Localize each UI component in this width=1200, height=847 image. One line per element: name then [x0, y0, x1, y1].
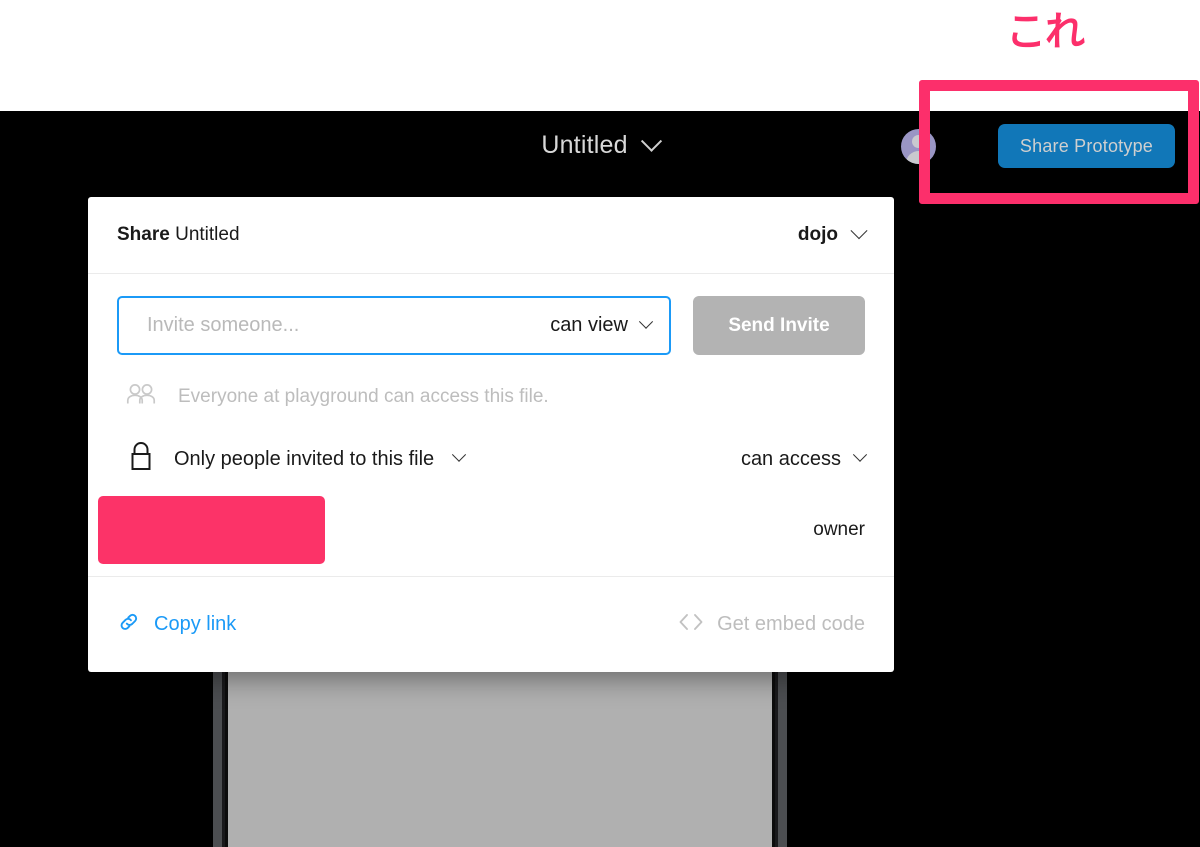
file-access-scope-label: Only people invited to this file: [174, 447, 435, 470]
share-dialog-body: can view Send Invite Everyone at playgro…: [88, 274, 894, 577]
get-embed-code-label: Get embed code: [717, 613, 865, 635]
top-toolbar: Untitled Share Prototype: [0, 111, 1200, 180]
share-dialog-title: Share Untitled: [117, 224, 240, 246]
redacted-owner-name: [98, 496, 325, 564]
chevron-down-icon: [452, 447, 467, 462]
file-access-row: Only people invited to this file can acc…: [117, 440, 868, 478]
people-icon: [126, 383, 156, 410]
file-access-permission-selector[interactable]: can access: [740, 447, 868, 471]
chevron-down-icon: [852, 447, 868, 462]
file-access-permission-label: can access: [740, 447, 841, 470]
send-invite-button[interactable]: Send Invite: [693, 296, 865, 355]
share-dialog-header: Share Untitled dojo: [88, 197, 894, 274]
invite-permission-selector[interactable]: can view: [540, 314, 654, 337]
owner-role-label: owner: [813, 519, 865, 540]
get-embed-code-button[interactable]: Get embed code: [677, 612, 865, 637]
owner-row: owner: [88, 484, 894, 577]
chevron-down-icon: [638, 314, 654, 329]
code-brackets-icon: [677, 612, 705, 637]
share-dialog: Share Untitled dojo can view Send Invite: [88, 197, 894, 672]
invite-row: can view Send Invite: [117, 296, 865, 355]
page-title: Untitled: [541, 131, 628, 159]
file-access-scope-selector[interactable]: Only people invited to this file: [128, 440, 467, 478]
copy-link-button[interactable]: Copy link: [117, 610, 236, 639]
avatar[interactable]: [901, 129, 936, 164]
chevron-down-icon[interactable]: [640, 130, 662, 152]
invite-permission-label: can view: [550, 314, 628, 336]
everyone-access-row: Everyone at playground can access this f…: [117, 383, 865, 410]
invite-input[interactable]: [145, 313, 541, 338]
lock-icon: [128, 440, 154, 478]
everyone-access-text: Everyone at playground can access this f…: [178, 385, 549, 407]
share-dialog-title-prefix: Share: [117, 224, 170, 245]
share-prototype-button[interactable]: Share Prototype: [997, 124, 1175, 168]
share-dialog-footer: Copy link Get embed code: [88, 577, 894, 672]
copy-link-label: Copy link: [154, 613, 237, 635]
link-icon: [117, 610, 141, 639]
annotation-label: これ: [1006, 10, 1085, 54]
avatar-head: [912, 135, 925, 148]
invite-field[interactable]: can view: [117, 296, 671, 355]
screenshot-root: Untitled Share Prototype Share Untitled …: [0, 0, 1200, 847]
chevron-down-icon: [850, 222, 868, 240]
team-selector[interactable]: dojo: [797, 222, 868, 246]
avatar-body: [906, 151, 931, 164]
share-dialog-title-document: Untitled: [175, 224, 240, 245]
team-name: dojo: [797, 224, 838, 245]
